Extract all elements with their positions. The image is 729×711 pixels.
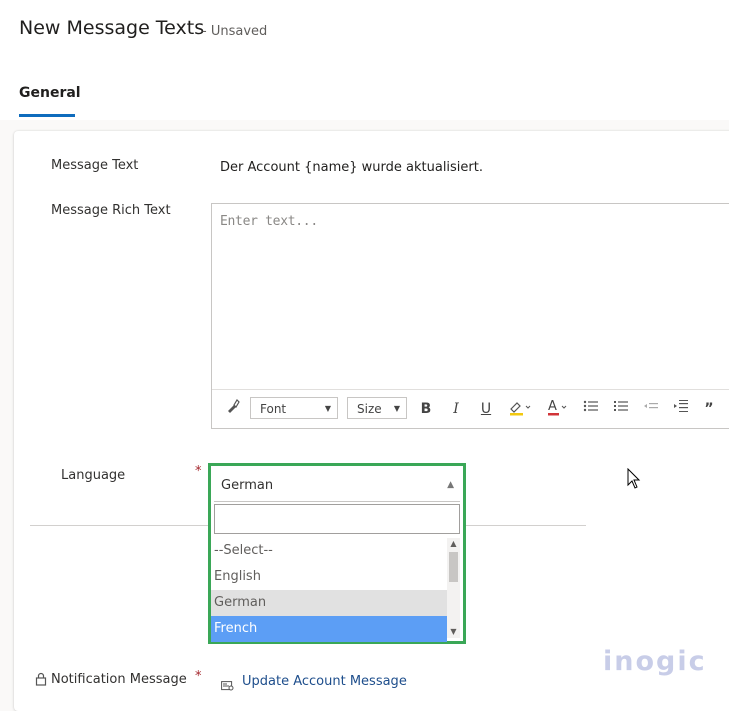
tab-general[interactable]: General <box>19 85 81 101</box>
language-select[interactable]: German ▲ <box>214 469 460 502</box>
quote-icon[interactable]: ” <box>702 398 716 420</box>
chevron-up-icon: ▲ <box>447 480 454 490</box>
indent-icon[interactable] <box>672 398 690 420</box>
underline-icon[interactable]: U <box>478 398 494 420</box>
record-icon <box>221 676 234 695</box>
rich-text-editor[interactable]: Enter text... Font ▼ Size ▼ B I U A ” <box>211 203 729 429</box>
chevron-down-icon: ▼ <box>324 404 331 413</box>
option-select[interactable]: --Select-- <box>211 538 447 564</box>
scroll-down-icon[interactable]: ▼ <box>447 626 460 638</box>
message-text-value[interactable]: Der Account {name} wurde aktualisiert. <box>220 160 483 175</box>
message-text-label: Message Text <box>51 158 139 173</box>
font-color-icon[interactable]: A <box>546 398 570 420</box>
options-scrollbar[interactable]: ▲ ▼ <box>447 538 460 638</box>
option-french[interactable]: French <box>211 616 447 642</box>
editor-placeholder: Enter text... <box>220 214 318 229</box>
required-marker: * <box>195 669 202 684</box>
rich-text-label: Message Rich Text <box>51 203 171 218</box>
font-dropdown-label: Font <box>260 402 287 416</box>
language-options-list: --Select-- English German French <box>211 538 447 642</box>
numbered-list-icon[interactable] <box>612 398 630 420</box>
scroll-up-icon[interactable]: ▲ <box>447 538 460 550</box>
size-dropdown[interactable]: Size ▼ <box>347 397 407 419</box>
brand-logo: inogic <box>603 644 713 685</box>
size-dropdown-label: Size <box>357 402 382 416</box>
notification-lookup-link[interactable]: Update Account Message <box>242 674 407 689</box>
paint-format-icon[interactable] <box>224 398 242 420</box>
editor-toolbar: Font ▼ Size ▼ B I U A ” <box>212 389 729 428</box>
required-marker: * <box>195 464 202 479</box>
bold-icon[interactable]: B <box>418 398 434 420</box>
scroll-thumb[interactable] <box>449 552 458 582</box>
outdent-icon[interactable] <box>642 398 660 420</box>
save-status: - Unsaved <box>202 24 268 39</box>
tab-active-indicator <box>19 114 75 117</box>
language-label: Language <box>61 468 126 483</box>
option-english[interactable]: English <box>211 564 447 590</box>
notification-label: Notification Message <box>51 672 187 687</box>
bullet-list-icon[interactable] <box>582 398 600 420</box>
form-header: New Message Texts - Unsaved General <box>0 0 729 120</box>
language-search-input[interactable] <box>214 504 460 534</box>
page-title: New Message Texts <box>19 17 205 39</box>
option-german[interactable]: German <box>211 590 447 616</box>
chevron-down-icon: ▼ <box>393 404 400 413</box>
highlight-icon[interactable] <box>508 398 532 420</box>
svg-text:inogic: inogic <box>603 646 707 677</box>
svg-text:A: A <box>548 399 557 414</box>
font-dropdown[interactable]: Font ▼ <box>250 397 338 419</box>
lock-icon <box>35 671 47 690</box>
language-selected-value: German <box>221 478 274 493</box>
italic-icon[interactable]: I <box>448 398 464 420</box>
mouse-pointer-icon <box>627 467 641 494</box>
language-dropdown[interactable]: German ▲ --Select-- English German Frenc… <box>208 463 466 644</box>
